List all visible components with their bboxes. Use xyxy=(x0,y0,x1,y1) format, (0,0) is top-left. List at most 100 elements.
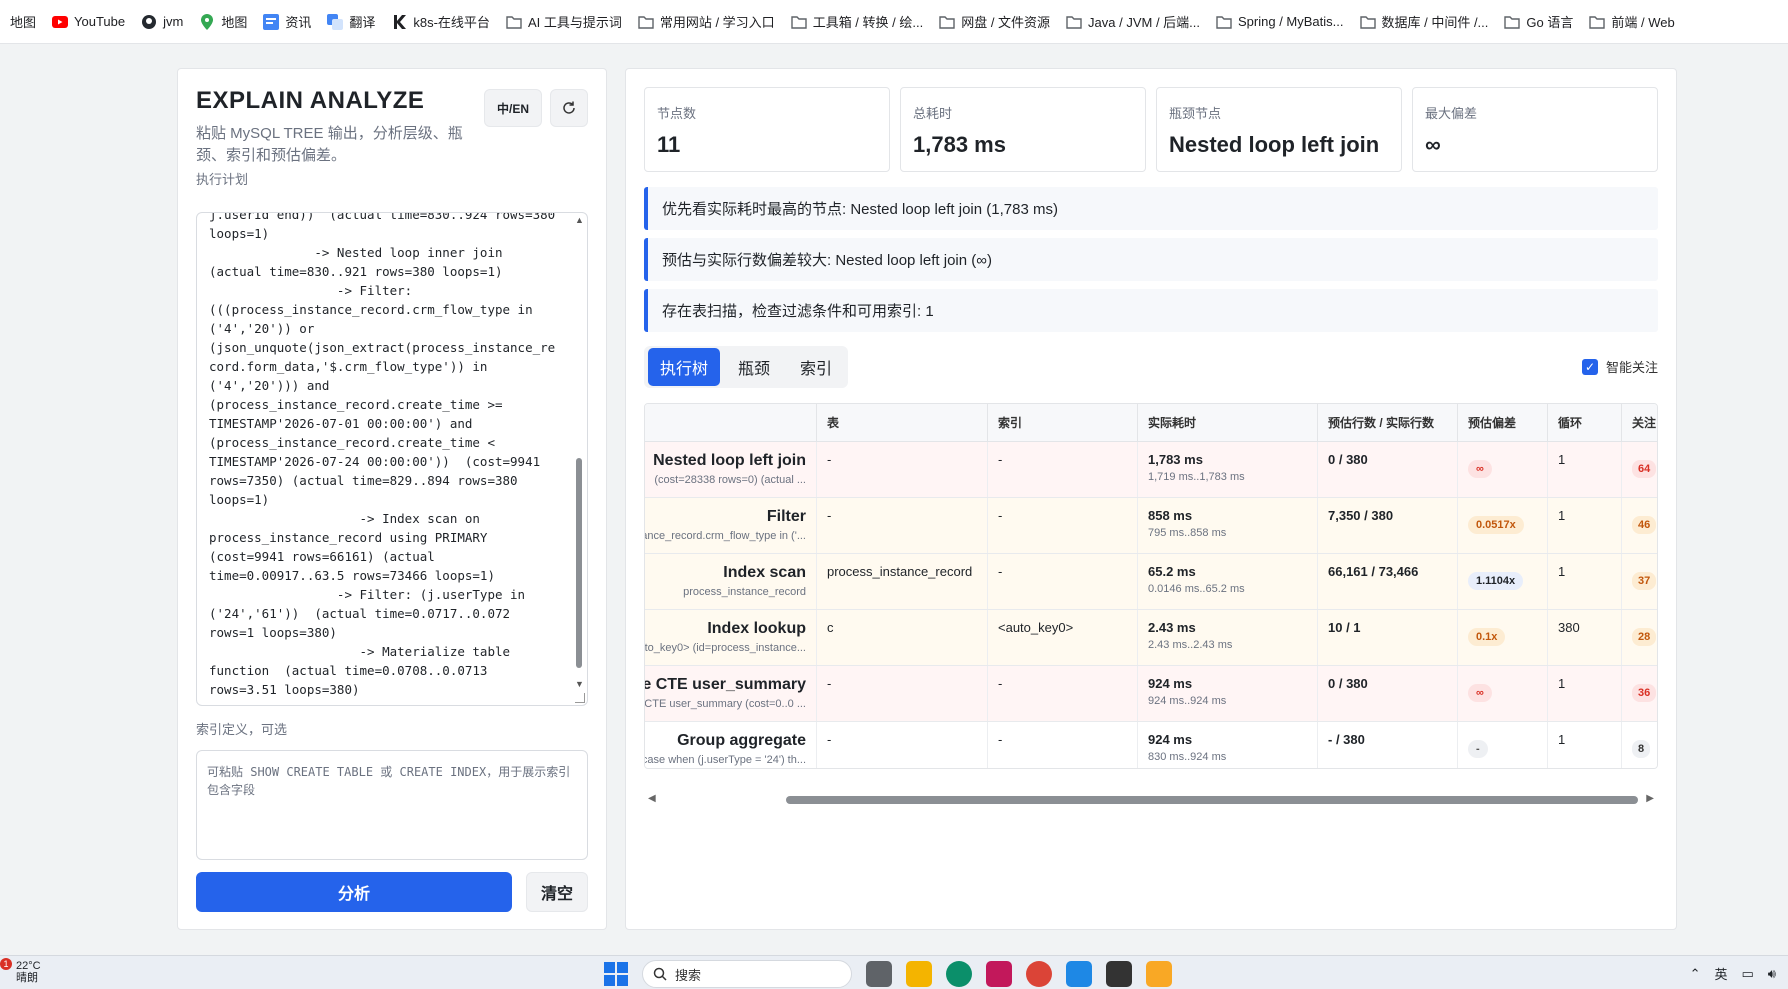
scroll-up-icon[interactable]: ▲ xyxy=(575,215,584,225)
input-panel: EXPLAIN ANALYZE 粘贴 MySQL TREE 输出，分析层级、瓶颈… xyxy=(177,68,607,930)
bookmark-item[interactable]: 地图 xyxy=(2,8,44,36)
node-cell[interactable]: Index scan process_instance_record xyxy=(645,554,817,609)
column-header[interactable]: 节点 xyxy=(645,404,817,441)
scroll-right-icon[interactable]: ▶ xyxy=(1646,793,1654,804)
node-cell[interactable]: Filter ((process_instance_record.crm_flow… xyxy=(645,498,817,553)
edge-browser-icon[interactable] xyxy=(946,961,972,987)
bookmark-item[interactable]: jvm xyxy=(133,8,191,36)
bookmark-item[interactable]: k8s-在线平台 xyxy=(383,8,498,36)
volume-icon[interactable]: 🔊︎ xyxy=(1768,966,1776,982)
terminal-icon[interactable] xyxy=(1106,961,1132,987)
stat-value: ∞ xyxy=(1425,132,1441,157)
actual-time: 65.2 ms xyxy=(1148,564,1196,579)
smart-focus-toggle[interactable]: ✓ 智能关注 xyxy=(1581,357,1658,376)
chevron-up-icon[interactable]: ⌃ xyxy=(1690,966,1701,982)
time-range: 2.43 ms..2.43 ms xyxy=(1148,639,1233,651)
table-row[interactable]: Materialize CTE user_summary Materialize … xyxy=(645,666,1657,722)
column-header[interactable]: 索引 xyxy=(988,404,1138,441)
chrome-icon[interactable] xyxy=(1026,961,1052,987)
table-row[interactable]: Group aggregate sum(case when (j.userType… xyxy=(645,722,1657,768)
tab-index[interactable]: 索引 xyxy=(788,348,844,386)
loops-cell: 1 xyxy=(1548,666,1622,721)
stat-cards: 节点数 11 总耗时 1,783 ms 瓶颈节点 Nested loop left j… xyxy=(644,87,1658,172)
scroll-down-icon[interactable]: ▼ xyxy=(575,679,584,689)
table-cell: - xyxy=(817,498,988,553)
bookmark-item[interactable]: AI 工具与提示词 xyxy=(498,8,630,36)
bookmark-item[interactable]: 工具箱 / 转换 / 绘... xyxy=(783,8,932,36)
time-range: 1,719 ms..1,783 ms xyxy=(1148,471,1245,483)
scroll-thumb[interactable] xyxy=(576,458,582,668)
column-header[interactable]: 实际耗时 xyxy=(1138,404,1318,441)
stat-label: 节点数 xyxy=(657,106,697,121)
language-toggle-button[interactable]: 中/EN xyxy=(484,89,542,127)
vscode-icon[interactable] xyxy=(1066,961,1092,987)
column-header[interactable]: 预估偏差 xyxy=(1458,404,1548,441)
bookmark-item[interactable]: 常用网站 / 学习入口 xyxy=(630,8,783,36)
node-name: Group aggregate xyxy=(677,732,806,749)
reset-button[interactable] xyxy=(550,89,588,127)
tab-tree[interactable]: 执行树 xyxy=(648,348,721,386)
focus-cell: 64 xyxy=(1622,442,1657,497)
bookmark-item[interactable]: Spring / MyBatis... xyxy=(1208,8,1351,36)
bookmark-item[interactable]: Java / JVM / 后端... xyxy=(1058,8,1208,36)
taskbar: 1 22°C 晴朗 搜索 ⌃ 英 ▭ 🔊︎ xyxy=(0,955,1788,989)
weather-widget[interactable]: 22°C 晴朗 xyxy=(16,960,41,984)
plan-scrollbar[interactable]: ▲ ▼ xyxy=(573,213,585,705)
bookmark-item[interactable]: 资讯 xyxy=(255,8,319,36)
network-icon[interactable]: ▭ xyxy=(1742,966,1754,982)
scroll-thumb[interactable] xyxy=(786,796,1638,804)
bookmark-item[interactable]: YouTube xyxy=(44,8,133,36)
node-cell[interactable]: Nested loop left join (cost=28338 rows=0)… xyxy=(645,442,817,497)
windows-start-icon[interactable] xyxy=(604,962,628,986)
index-definition-field[interactable]: 可粘贴 SHOW CREATE TABLE 或 CREATE INDEX，用于展… xyxy=(196,750,588,860)
rows-cell: - / 380 xyxy=(1318,722,1458,768)
table-horizontal-scrollbar[interactable]: ◀ ▶ xyxy=(644,793,1658,807)
rows-estimate-actual: 7,350 / 380 xyxy=(1328,508,1394,523)
resize-handle-icon[interactable] xyxy=(575,693,585,703)
ime-indicator[interactable]: 英 xyxy=(1714,964,1727,983)
index-cell: - xyxy=(988,498,1138,553)
table-cell: c xyxy=(817,610,988,665)
folder-icon xyxy=(939,14,955,30)
intellij-icon[interactable] xyxy=(986,961,1012,987)
column-header[interactable]: 表 xyxy=(817,404,988,441)
temperature: 22°C xyxy=(16,960,41,972)
plan-textarea[interactable]: j.userId end)) (actual time=830..924 row… xyxy=(196,212,588,706)
table-row[interactable]: Index lookup on c using <auto_key0> (id=p… xyxy=(645,610,1657,666)
node-cell[interactable]: Group aggregate sum(case when (j.userType… xyxy=(645,722,817,768)
bookmark-label: 资讯 xyxy=(285,15,312,30)
column-header[interactable]: 循环 xyxy=(1548,404,1622,441)
column-header[interactable]: 关注 xyxy=(1622,404,1657,441)
clear-button[interactable]: 清空 xyxy=(526,872,588,912)
checkbox-checked-icon[interactable]: ✓ xyxy=(1581,358,1598,375)
app-icon[interactable] xyxy=(1146,961,1172,987)
scroll-left-icon[interactable]: ◀ xyxy=(648,793,656,804)
bookmark-item[interactable]: 网盘 / 文件资源 xyxy=(931,8,1058,36)
index-cell: - xyxy=(988,722,1138,768)
table-row[interactable]: Index scan process_instance_record process… xyxy=(645,554,1657,610)
stat-card-node-count: 节点数 11 xyxy=(644,87,890,172)
bookmark-item[interactable]: 数据库 / 中间件 /... xyxy=(1352,8,1497,36)
node-name: Filter xyxy=(766,508,806,525)
node-cell[interactable]: Materialize CTE user_summary Materialize … xyxy=(645,666,817,721)
bookmarks-bar: 地图 YouTube jvm 地图 资讯 翻译 k8s-在线平台 AI 工具与提示词 常用网站 … xyxy=(0,0,1788,44)
task-view-icon[interactable] xyxy=(866,961,892,987)
bookmark-item[interactable]: Go 语言 xyxy=(1496,8,1581,36)
focus-score-badge: 46 xyxy=(1632,516,1657,534)
folder-icon xyxy=(506,14,522,30)
taskbar-search[interactable]: 搜索 xyxy=(642,960,852,988)
analyze-button[interactable]: 分析 xyxy=(196,872,512,912)
plan-text[interactable]: j.userId end)) (actual time=830..924 row… xyxy=(209,213,565,699)
table-row[interactable]: Filter ((process_instance_record.crm_flow… xyxy=(645,498,1657,554)
focus-cell: 8 xyxy=(1622,722,1657,768)
refresh-icon xyxy=(563,101,575,114)
tab-bottleneck[interactable]: 瓶颈 xyxy=(726,348,782,386)
bookmark-label: AI 工具与提示词 xyxy=(527,15,622,30)
bookmark-item[interactable]: 翻译 xyxy=(319,8,383,36)
bookmark-item[interactable]: 前端 / Web xyxy=(1581,8,1682,36)
column-header[interactable]: 预估行数 / 实际行数 xyxy=(1318,404,1458,441)
node-cell[interactable]: Index lookup on c using <auto_key0> (id=p… xyxy=(645,610,817,665)
bookmark-item[interactable]: 地图 xyxy=(191,8,255,36)
table-row[interactable]: Nested loop left join (cost=28338 rows=0)… xyxy=(645,442,1657,498)
file-explorer-icon[interactable] xyxy=(906,961,932,987)
